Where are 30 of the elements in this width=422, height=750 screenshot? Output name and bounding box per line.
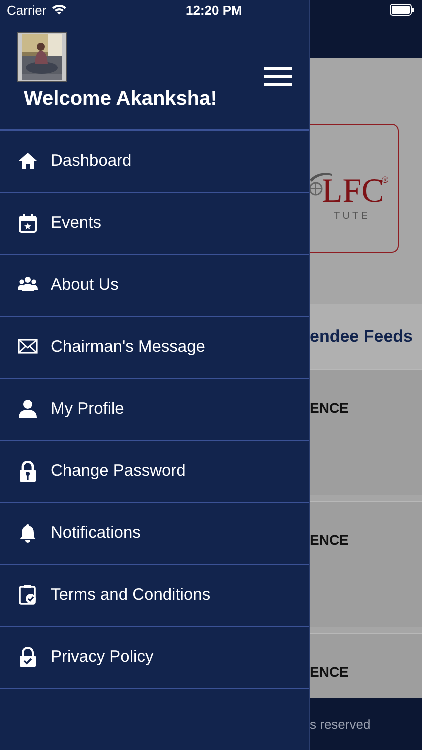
logo-subtext: T U T E [334,211,368,222]
bell-icon [18,523,38,544]
home-icon [18,151,38,172]
feed-title: ENCE [310,400,350,416]
registered-mark: ® [382,175,389,185]
feed-title: ENCE [310,532,350,548]
menu-item[interactable]: Chairman's Message [0,317,309,379]
menu-item[interactable]: Dashboard [0,131,309,193]
section-title: endee Feeds [310,326,413,346]
menu-item[interactable]: About Us [0,255,309,317]
person-icon [18,399,38,420]
menu-icon [264,67,292,86]
menu-item[interactable]: Change Password [0,441,309,503]
calendar-icon [18,213,38,234]
menu-item[interactable]: Terms and Conditions [0,565,309,627]
feed-title: ENCE [310,664,350,680]
menu-item[interactable]: My Profile [0,379,309,441]
menu-button[interactable] [264,67,292,86]
clock-time: 12:20 PM [186,3,242,18]
padlock-icon [18,461,38,482]
menu-item[interactable]: Notifications [0,503,309,565]
wifi-icon [52,4,67,15]
carrier-name: Carrier [7,3,47,18]
menu-item[interactable]: Privacy Policy [0,627,309,689]
battery-icon [390,4,415,16]
welcome-text: Welcome Akanksha! [24,88,218,111]
footer-text: s reserved [310,716,371,732]
menu-item[interactable]: Events [0,193,309,255]
padlock-check-icon [18,647,38,668]
document-check-icon [18,585,38,606]
